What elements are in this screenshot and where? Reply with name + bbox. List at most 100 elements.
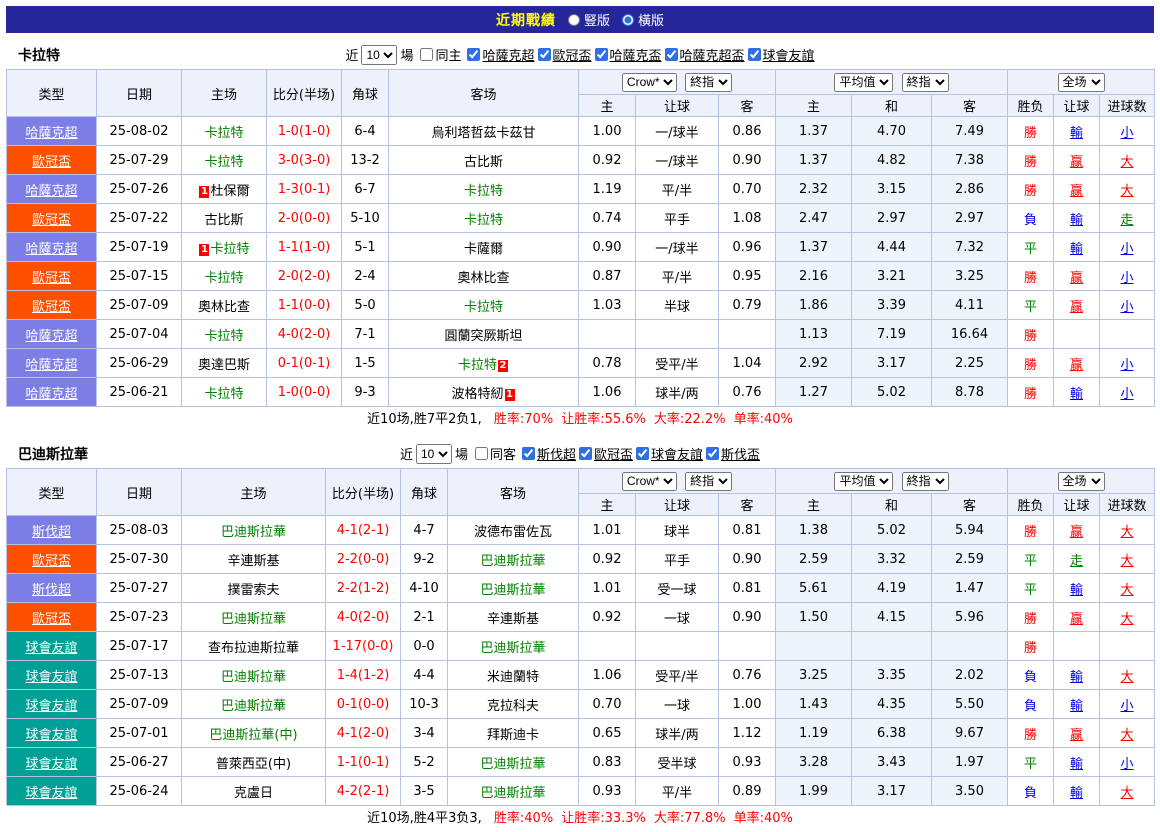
handicap-result-cell[interactable]: 輸 xyxy=(1054,378,1100,407)
team-name: 普萊西亞(中) xyxy=(216,757,291,772)
goals-result-cell[interactable]: 大 xyxy=(1100,719,1155,748)
home-team-cell: 巴迪斯拉華 xyxy=(182,690,326,719)
handicap-result-cell[interactable]: 赢 xyxy=(1054,291,1100,320)
goals-result-cell[interactable]: 大 xyxy=(1100,603,1155,632)
avg-time-select[interactable]: 終指 xyxy=(902,73,949,92)
league-filter-link[interactable]: 球會友誼 xyxy=(651,444,703,463)
goals-result-cell[interactable]: 大 xyxy=(1100,146,1155,175)
handicap-result-cell[interactable]: 赢 xyxy=(1054,146,1100,175)
goals-result-cell[interactable]: 走 xyxy=(1100,204,1155,233)
league-cell[interactable]: 歐冠盃 xyxy=(7,204,97,233)
horizontal-layout-radio[interactable] xyxy=(622,14,634,26)
league-filter-link[interactable]: 哈薩克超盃 xyxy=(680,45,745,64)
league-filter-link[interactable]: 斯伐盃 xyxy=(721,444,760,463)
league-cell[interactable]: 球會友誼 xyxy=(7,777,97,806)
league-filter-link[interactable]: 歐冠盃 xyxy=(553,45,592,64)
league-cell[interactable]: 歐冠盃 xyxy=(7,291,97,320)
league-cell[interactable]: 球會友誼 xyxy=(7,661,97,690)
handicap-result-cell[interactable]: 輸 xyxy=(1054,117,1100,146)
handicap-result-cell-text: 輸 xyxy=(1070,757,1083,772)
league-filter-link[interactable]: 哈薩克超 xyxy=(482,45,534,64)
goals-result-cell[interactable]: 小 xyxy=(1100,291,1155,320)
league-cell[interactable]: 球會友誼 xyxy=(7,690,97,719)
handicap-result-cell[interactable]: 赢 xyxy=(1054,349,1100,378)
handicap-result-cell[interactable]: 輸 xyxy=(1054,574,1100,603)
handicap-result-cell[interactable]: 輸 xyxy=(1054,661,1100,690)
league-filter-checkbox[interactable] xyxy=(467,48,480,61)
league-cell[interactable]: 哈薩克超 xyxy=(7,378,97,407)
league-filter-checkbox[interactable] xyxy=(706,447,719,460)
home-team-cell: 奧林比查 xyxy=(182,291,267,320)
goals-result-cell[interactable]: 小 xyxy=(1100,262,1155,291)
away-team-cell: 巴迪斯拉華 xyxy=(448,748,579,777)
goals-result-cell[interactable]: 小 xyxy=(1100,748,1155,777)
goals-result-cell[interactable]: 大 xyxy=(1100,516,1155,545)
vertical-layout-radio[interactable] xyxy=(568,14,580,26)
odds-time-select[interactable]: 終指 xyxy=(685,73,732,92)
same-venue-checkbox[interactable] xyxy=(475,447,488,460)
avg-select[interactable]: 平均值 xyxy=(834,73,893,92)
avg-draw-cell: 4.19 xyxy=(852,574,932,603)
odds-company-select[interactable]: Crow* xyxy=(622,73,677,92)
same-venue-checkbox[interactable] xyxy=(420,48,433,61)
league-filter-link[interactable]: 歐冠盃 xyxy=(594,444,633,463)
league-filter-link[interactable]: 球會友誼 xyxy=(763,45,815,64)
odds-time-select[interactable]: 終指 xyxy=(685,472,732,491)
handicap-result-cell[interactable]: 輸 xyxy=(1054,748,1100,777)
league-cell[interactable]: 哈薩克超 xyxy=(7,233,97,262)
league-filter-checkbox[interactable] xyxy=(579,447,592,460)
goals-result-cell[interactable]: 大 xyxy=(1100,574,1155,603)
handicap-result-cell[interactable]: 赢 xyxy=(1054,516,1100,545)
handicap-result-cell[interactable]: 赢 xyxy=(1054,175,1100,204)
league-filter-checkbox[interactable] xyxy=(522,447,535,460)
recent-count-select[interactable]: 10 xyxy=(361,45,397,65)
fullmatch-select[interactable]: 全场 xyxy=(1058,73,1105,92)
handicap-result-cell[interactable]: 輸 xyxy=(1054,690,1100,719)
goals-result-cell[interactable]: 小 xyxy=(1100,117,1155,146)
handicap-result-cell[interactable]: 赢 xyxy=(1054,603,1100,632)
league-cell[interactable]: 歐冠盃 xyxy=(7,146,97,175)
handicap-result-cell[interactable]: 輸 xyxy=(1054,233,1100,262)
league-cell[interactable]: 球會友誼 xyxy=(7,748,97,777)
league-filter-checkbox[interactable] xyxy=(748,48,761,61)
league-cell[interactable]: 斯伐超 xyxy=(7,574,97,603)
score-cell: 1-3(0-1) xyxy=(267,175,342,204)
goals-result-cell[interactable]: 大 xyxy=(1100,661,1155,690)
odds-company-select[interactable]: Crow* xyxy=(622,472,677,491)
handicap-result-cell[interactable]: 赢 xyxy=(1054,719,1100,748)
league-cell[interactable]: 斯伐超 xyxy=(7,516,97,545)
team-name: 卡拉特 xyxy=(464,184,503,199)
league-cell[interactable]: 歐冠盃 xyxy=(7,262,97,291)
league-filter-link[interactable]: 斯伐超 xyxy=(537,444,576,463)
league-filter-checkbox[interactable] xyxy=(538,48,551,61)
league-filter-checkbox[interactable] xyxy=(665,48,678,61)
handicap-result-cell[interactable]: 走 xyxy=(1054,545,1100,574)
league-cell[interactable]: 球會友誼 xyxy=(7,719,97,748)
handicap-result-cell[interactable]: 輸 xyxy=(1054,777,1100,806)
league-cell[interactable]: 歐冠盃 xyxy=(7,603,97,632)
league-cell[interactable]: 歐冠盃 xyxy=(7,545,97,574)
goals-result-cell[interactable]: 小 xyxy=(1100,378,1155,407)
league-cell[interactable]: 球會友誼 xyxy=(7,632,97,661)
goals-result-cell[interactable]: 大 xyxy=(1100,545,1155,574)
fullmatch-select[interactable]: 全场 xyxy=(1058,472,1105,491)
goals-result-cell[interactable]: 小 xyxy=(1100,690,1155,719)
goals-result-cell[interactable]: 小 xyxy=(1100,233,1155,262)
result-cell-text: 平 xyxy=(1024,757,1037,772)
handicap-result-cell[interactable]: 赢 xyxy=(1054,262,1100,291)
goals-result-cell[interactable]: 小 xyxy=(1100,349,1155,378)
league-filter-checkbox[interactable] xyxy=(595,48,608,61)
goals-result-cell[interactable]: 大 xyxy=(1100,777,1155,806)
league-cell[interactable]: 哈薩克超 xyxy=(7,320,97,349)
league-filter-link[interactable]: 哈薩克盃 xyxy=(610,45,662,64)
league-cell[interactable]: 哈薩克超 xyxy=(7,175,97,204)
league-cell[interactable]: 哈薩克超 xyxy=(7,117,97,146)
league-filter-checkbox[interactable] xyxy=(636,447,649,460)
avg-select[interactable]: 平均值 xyxy=(834,472,893,491)
league-cell[interactable]: 哈薩克超 xyxy=(7,349,97,378)
handicap-result-cell[interactable]: 輸 xyxy=(1054,204,1100,233)
avg-time-select[interactable]: 終指 xyxy=(902,472,949,491)
goals-result-cell[interactable]: 大 xyxy=(1100,175,1155,204)
avg-home-cell: 1.13 xyxy=(776,320,852,349)
recent-count-select[interactable]: 10 xyxy=(416,444,452,464)
